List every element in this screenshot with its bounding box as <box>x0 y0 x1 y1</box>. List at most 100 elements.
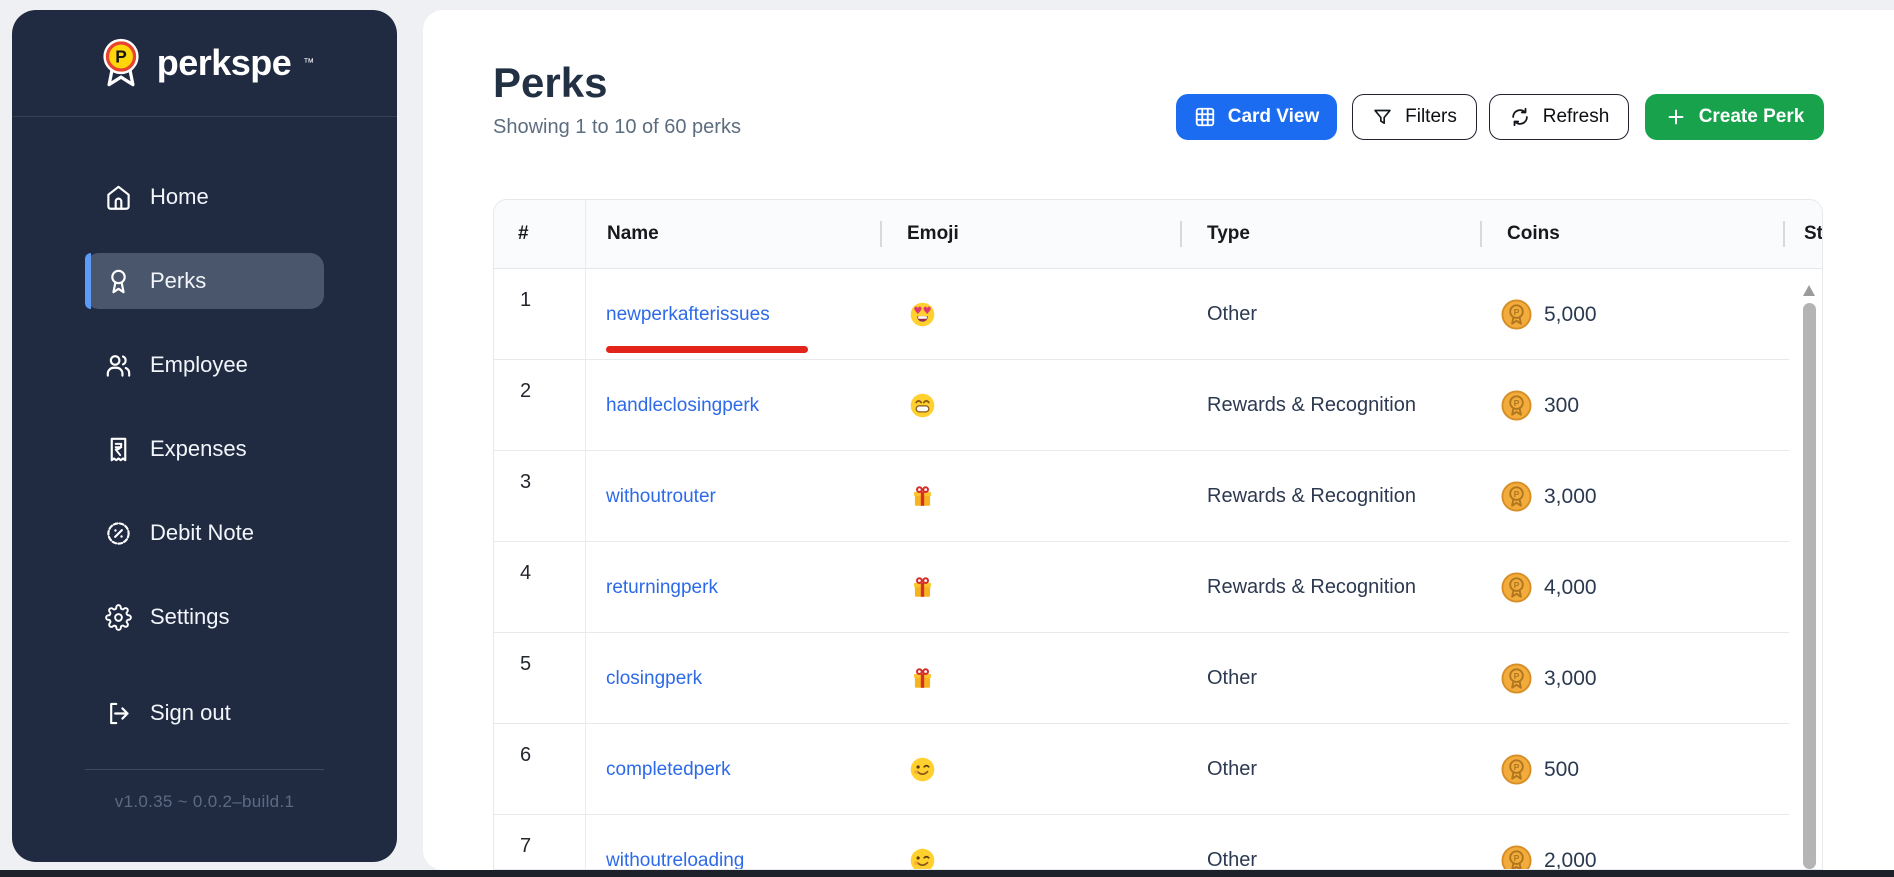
table-row: 1 newperkafterissues Other 5,000 <box>494 269 1822 360</box>
type-cell: Rewards & Recognition <box>1180 451 1480 542</box>
sidebar-item-home[interactable]: Home <box>85 169 324 225</box>
perk-name-link[interactable]: completedperk <box>606 759 731 781</box>
sidebar-item-expenses[interactable]: Expenses <box>85 421 324 477</box>
filter-funnel-icon <box>1372 107 1393 128</box>
perk-name-link[interactable]: closingperk <box>606 668 702 690</box>
coins-cell: 4,000 <box>1480 542 1777 633</box>
coin-amount: 2,000 <box>1544 849 1597 871</box>
create-perk-label: Create Perk <box>1699 106 1805 128</box>
table-row: 4 returningperk Rewards & Recognition 4,… <box>494 542 1822 633</box>
name-cell: returningperk <box>585 542 880 633</box>
column-header-num: # <box>494 200 585 268</box>
logo-text: perkspe <box>157 42 292 84</box>
sidebar-item-label: Debit Note <box>150 520 254 546</box>
sidebar-item-label: Perks <box>150 268 206 294</box>
name-cell: handleclosingperk <box>585 360 880 451</box>
coin-amount: 4,000 <box>1544 576 1597 600</box>
gift-emoji <box>909 665 936 692</box>
coin-amount: 5,000 <box>1544 303 1597 327</box>
sidebar-item-label: Expenses <box>150 436 247 462</box>
type-cell: Other <box>1180 633 1480 724</box>
coin-amount: 3,000 <box>1544 485 1597 509</box>
column-header-coins: Coins <box>1480 200 1777 268</box>
sidebar-item-settings[interactable]: Settings <box>85 589 324 645</box>
row-number: 6 <box>494 724 585 815</box>
card-view-button[interactable]: Card View <box>1176 94 1337 140</box>
medal-icon <box>105 268 132 295</box>
table-row: 7 withoutreloading Other 2,000 <box>494 815 1822 870</box>
grid-icon <box>1194 106 1216 128</box>
sign-out-icon <box>105 700 132 727</box>
emoji-cell <box>880 542 1180 633</box>
gift-emoji <box>909 483 936 510</box>
filters-button[interactable]: Filters <box>1352 94 1477 140</box>
logo: P perkspe ™ <box>12 10 397 117</box>
emoji-cell <box>880 633 1180 724</box>
row-number: 3 <box>494 451 585 542</box>
coin-icon <box>1501 754 1532 785</box>
coin-icon <box>1501 390 1532 421</box>
coin-icon <box>1501 663 1532 694</box>
emoji-cell <box>880 269 1180 360</box>
page-title: Perks <box>493 60 741 106</box>
perkspe-medal-logo-icon: P <box>95 37 147 89</box>
perk-name-link[interactable]: withoutrouter <box>606 486 716 508</box>
row-number: 2 <box>494 360 585 451</box>
logo-trademark: ™ <box>303 57 314 69</box>
plus-icon <box>1665 106 1687 128</box>
refresh-icon <box>1509 106 1531 128</box>
perks-table: # Name Emoji Type Coins St 1 newperkafte… <box>493 199 1823 870</box>
coins-cell: 3,000 <box>1480 451 1777 542</box>
main-content: Perks Showing 1 to 10 of 60 perks Card V… <box>423 10 1894 870</box>
bottom-edge-band <box>0 870 1894 877</box>
results-count-text: Showing 1 to 10 of 60 perks <box>493 116 741 139</box>
type-cell: Rewards & Recognition <box>1180 542 1480 633</box>
card-view-label: Card View <box>1228 106 1320 128</box>
name-cell: completedperk <box>585 724 880 815</box>
sidebar-item-perks[interactable]: Perks <box>85 253 324 309</box>
people-icon <box>105 352 132 379</box>
perk-name-link[interactable]: handleclosingperk <box>606 395 759 417</box>
sidebar-item-employee[interactable]: Employee <box>85 337 324 393</box>
perk-name-link[interactable]: newperkafterissues <box>606 304 770 326</box>
emoji-cell <box>880 360 1180 451</box>
emoji-cell <box>880 724 1180 815</box>
type-cell: Other <box>1180 815 1480 870</box>
table-row: 3 withoutrouter Rewards & Recognition 3,… <box>494 451 1822 542</box>
svg-text:P: P <box>115 46 127 66</box>
red-underline-annotation <box>606 346 808 353</box>
create-perk-button[interactable]: Create Perk <box>1645 94 1824 140</box>
row-number: 7 <box>494 815 585 870</box>
sidebar-divider <box>85 769 324 770</box>
coin-icon <box>1501 299 1532 330</box>
type-cell: Other <box>1180 724 1480 815</box>
coin-amount: 300 <box>1544 394 1579 418</box>
wink-emoji <box>909 756 936 783</box>
sidebar-item-debit-note[interactable]: Debit Note <box>85 505 324 561</box>
coins-cell: 2,000 <box>1480 815 1777 870</box>
scrollbar-thumb[interactable] <box>1803 303 1816 869</box>
home-icon <box>105 184 132 211</box>
coins-cell: 3,000 <box>1480 633 1777 724</box>
table-scrollbar[interactable] <box>1802 269 1817 869</box>
heart-eyes-emoji <box>909 301 936 328</box>
refresh-label: Refresh <box>1543 106 1610 128</box>
coin-icon <box>1501 845 1532 870</box>
type-cell: Rewards & Recognition <box>1180 360 1480 451</box>
sidebar-nav: Home Perks Employee <box>12 169 397 741</box>
refresh-button[interactable]: Refresh <box>1489 94 1629 140</box>
name-cell: newperkafterissues <box>585 269 880 360</box>
perk-name-link[interactable]: withoutreloading <box>606 850 744 871</box>
app-version: v1.0.35 ~ 0.0.2–build.1 <box>12 792 397 812</box>
page-header: Perks Showing 1 to 10 of 60 perks <box>493 60 741 139</box>
coin-amount: 500 <box>1544 758 1579 782</box>
scrollbar-up-arrow[interactable] <box>1803 285 1815 296</box>
filters-label: Filters <box>1405 106 1457 128</box>
table-row: 6 completedperk Other 500 <box>494 724 1822 815</box>
perk-name-link[interactable]: returningperk <box>606 577 718 599</box>
coins-cell: 300 <box>1480 360 1777 451</box>
row-number: 5 <box>494 633 585 724</box>
coin-icon <box>1501 481 1532 512</box>
sign-out-button[interactable]: Sign out <box>85 685 324 741</box>
wink-emoji <box>909 847 936 870</box>
